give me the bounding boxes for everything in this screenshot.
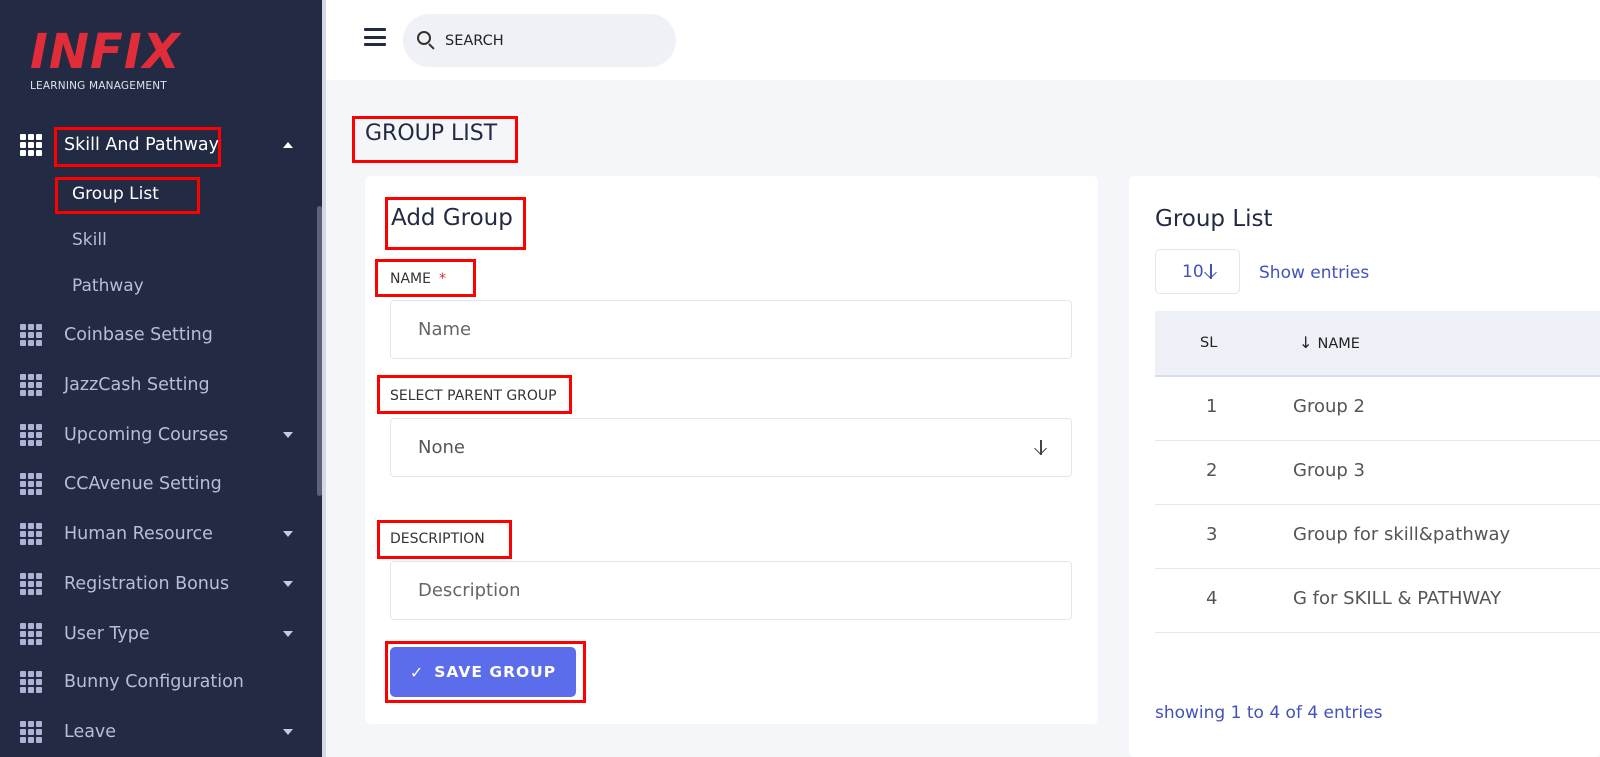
top-header: [326, 0, 1600, 80]
search-icon: [417, 30, 437, 51]
sidebar-item-jazzcash-setting[interactable]: JazzCash Setting: [0, 365, 322, 405]
sidebar-item-registration-bonus[interactable]: Registration Bonus: [0, 564, 322, 604]
table-header: SL ↓ NAME: [1155, 311, 1600, 377]
name-input[interactable]: [418, 319, 1038, 340]
menu-toggle-icon[interactable]: [364, 28, 386, 46]
grid-icon: [20, 670, 43, 694]
cell-sl: 4: [1206, 588, 1218, 609]
cell-sl: 1: [1206, 396, 1218, 417]
sidebar-item-upcoming-courses[interactable]: Upcoming Courses: [0, 415, 322, 455]
sidebar-item-label: Coinbase Setting: [64, 325, 213, 345]
parent-group-label: SELECT PARENT GROUP: [390, 388, 557, 404]
sidebar-item-label: JazzCash Setting: [64, 375, 210, 395]
grid-icon: [20, 622, 43, 646]
name-field[interactable]: [390, 300, 1072, 359]
column-header-name[interactable]: ↓ NAME: [1299, 333, 1360, 352]
table-row[interactable]: 3 Group for skill&pathway: [1155, 505, 1600, 569]
table-row[interactable]: 2 Group 3: [1155, 441, 1600, 505]
cell-name: G for SKILL & PATHWAY: [1293, 588, 1502, 609]
grid-icon: [20, 720, 43, 744]
entries-value: 10: [1182, 261, 1204, 282]
required-mark: *: [438, 271, 446, 287]
description-input[interactable]: [418, 580, 1038, 601]
sidebar-item-bunny-configuration[interactable]: Bunny Configuration: [0, 662, 322, 702]
grid-icon: [20, 423, 43, 447]
save-group-label: SAVE GROUP: [434, 663, 557, 681]
caret-down-icon: [283, 581, 293, 587]
sidebar-item-label: Bunny Configuration: [64, 672, 244, 692]
group-list-title: Group List: [1155, 206, 1273, 232]
caret-up-icon: [283, 142, 293, 148]
caret-down-icon: [283, 631, 293, 637]
sidebar-subitem-skill[interactable]: Skill: [72, 230, 107, 250]
table-row[interactable]: 1 Group 2: [1155, 377, 1600, 441]
add-group-title: Add Group: [391, 205, 513, 231]
grid-icon: [20, 472, 43, 496]
sidebar-item-label: CCAvenue Setting: [64, 474, 222, 494]
name-label-text: NAME: [390, 271, 431, 287]
sidebar-divider: [322, 0, 326, 757]
save-group-button[interactable]: ✓ SAVE GROUP: [390, 647, 576, 697]
cell-name: Group 3: [1293, 460, 1365, 481]
sidebar-item-label: Upcoming Courses: [64, 425, 229, 445]
sidebar-item-label: Skill And Pathway: [64, 135, 219, 155]
sidebar-item-ccavenue-setting[interactable]: CCAvenue Setting: [0, 464, 322, 504]
sidebar-item-skill-and-pathway[interactable]: Skill And Pathway: [0, 125, 322, 165]
search-input[interactable]: [445, 32, 645, 49]
sidebar-item-label: User Type: [64, 624, 150, 644]
cell-name: Group 2: [1293, 396, 1365, 417]
arrow-down-icon: [1204, 264, 1218, 280]
table-info: showing 1 to 4 of 4 entries: [1155, 703, 1383, 723]
parent-group-select[interactable]: None: [390, 418, 1072, 477]
caret-down-icon: [283, 432, 293, 438]
logo-tagline: LEARNING MANAGEMENT: [30, 80, 167, 92]
column-header-name-label: NAME: [1317, 336, 1360, 352]
sidebar-item-label: Registration Bonus: [64, 574, 230, 594]
grid-icon: [20, 522, 43, 546]
sidebar-subitem-group-list[interactable]: Group List: [72, 184, 159, 204]
entries-select[interactable]: 10: [1155, 249, 1240, 294]
caret-down-icon: [283, 729, 293, 735]
grid-icon: [20, 323, 43, 347]
check-icon: ✓: [409, 662, 425, 682]
grid-icon: [20, 373, 43, 397]
logo-text: INFIX: [30, 24, 181, 80]
column-header-sl[interactable]: SL: [1200, 335, 1217, 351]
description-label: DESCRIPTION: [390, 531, 485, 547]
sort-arrow-icon: ↓: [1299, 333, 1318, 352]
sidebar-item-coinbase-setting[interactable]: Coinbase Setting: [0, 315, 322, 355]
grid-icon: [20, 572, 43, 596]
sidebar-item-user-type[interactable]: User Type: [0, 614, 322, 654]
search-bar[interactable]: [403, 14, 676, 67]
sidebar-subitem-pathway[interactable]: Pathway: [72, 276, 144, 296]
sidebar-item-human-resource[interactable]: Human Resource: [0, 514, 322, 554]
sidebar-item-label: Human Resource: [64, 524, 213, 544]
brand-logo[interactable]: INFIX LEARNING MANAGEMENT: [30, 28, 190, 96]
cell-sl: 2: [1206, 460, 1218, 481]
table-row[interactable]: 4 G for SKILL & PATHWAY: [1155, 569, 1600, 633]
show-entries-label: Show entries: [1259, 263, 1370, 283]
cell-name: Group for skill&pathway: [1293, 524, 1511, 545]
description-field[interactable]: [390, 561, 1072, 620]
sidebar-item-leave[interactable]: Leave: [0, 712, 322, 752]
grid-icon: [20, 133, 43, 157]
page-title: GROUP LIST: [365, 121, 498, 146]
parent-group-value: None: [418, 437, 465, 458]
arrow-down-icon: [1034, 440, 1048, 456]
name-label: NAME *: [390, 271, 446, 287]
caret-down-icon: [283, 531, 293, 537]
sidebar: INFIX LEARNING MANAGEMENT Skill And Path…: [0, 0, 322, 757]
sidebar-item-label: Leave: [64, 722, 117, 742]
cell-sl: 3: [1206, 524, 1218, 545]
